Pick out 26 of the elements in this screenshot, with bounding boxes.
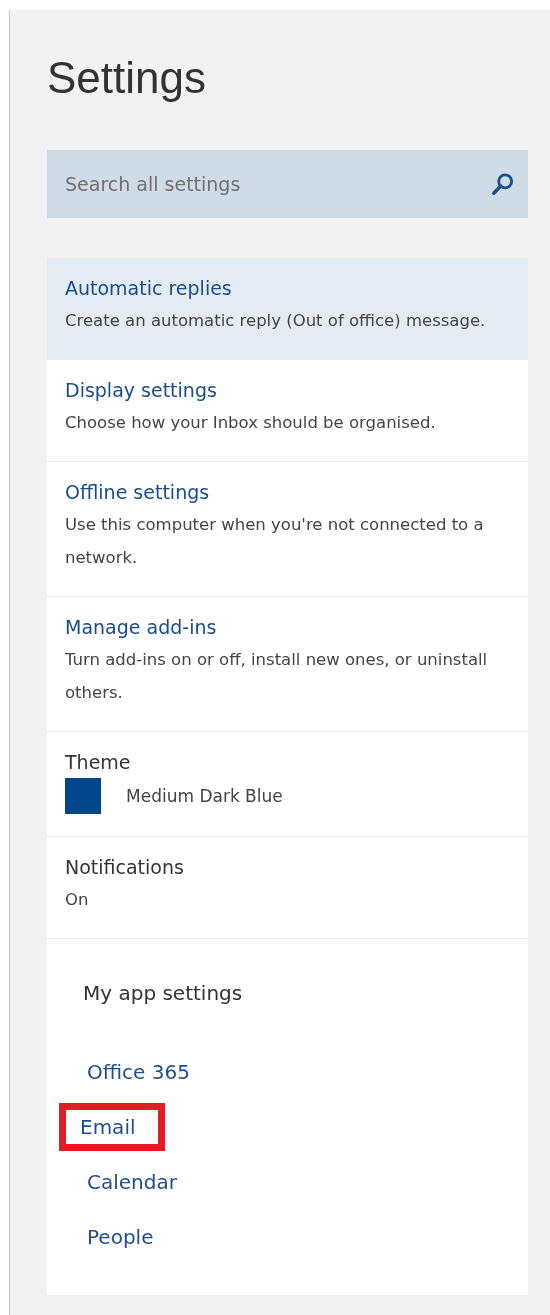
page-title: Settings bbox=[47, 52, 206, 104]
item-description: Turn add-ins on or off, install new ones, or uninstall others. bbox=[65, 649, 489, 704]
item-title: Notifications bbox=[65, 855, 185, 880]
item-title: Theme bbox=[65, 750, 132, 775]
settings-item[interactable]: Manage add-ins Turn add-ins on or off, install new ones, or uninstall others. bbox=[47, 597, 528, 732]
search-icon[interactable] bbox=[490, 171, 516, 197]
settings-item[interactable]: Automatic replies Create an automatic reply (Out of office) message. bbox=[47, 258, 528, 360]
item-description: Create an automatic reply (Out of office) message. bbox=[65, 310, 487, 332]
item-title: Manage add-ins bbox=[65, 615, 218, 640]
settings-item[interactable]: Notifications On bbox=[47, 837, 528, 939]
app-link[interactable]: Office 365 bbox=[79, 1051, 198, 1093]
app-link[interactable]: People bbox=[79, 1216, 162, 1258]
item-title: Offline settings bbox=[65, 480, 211, 505]
search-field[interactable]: Search all settings bbox=[47, 150, 528, 218]
item-value: On bbox=[65, 889, 90, 911]
app-link[interactable]: Email bbox=[59, 1103, 165, 1151]
theme-name: Medium Dark Blue bbox=[126, 786, 283, 806]
app-link[interactable]: Calendar bbox=[79, 1161, 185, 1203]
settings-item[interactable]: Offline settings Use this computer when you're not connected to a network. bbox=[47, 462, 528, 597]
settings-item[interactable]: Display settings Choose how your Inbox should be organised. bbox=[47, 360, 528, 462]
item-title: Automatic replies bbox=[65, 276, 233, 301]
item-title: Display settings bbox=[65, 378, 218, 403]
settings-item[interactable]: Theme Medium Dark Blue bbox=[47, 732, 528, 837]
item-description: Use this computer when you're not connected to a network. bbox=[65, 514, 485, 569]
section-heading: My app settings bbox=[83, 980, 243, 1007]
item-description: Choose how your Inbox should be organised. bbox=[65, 412, 437, 434]
